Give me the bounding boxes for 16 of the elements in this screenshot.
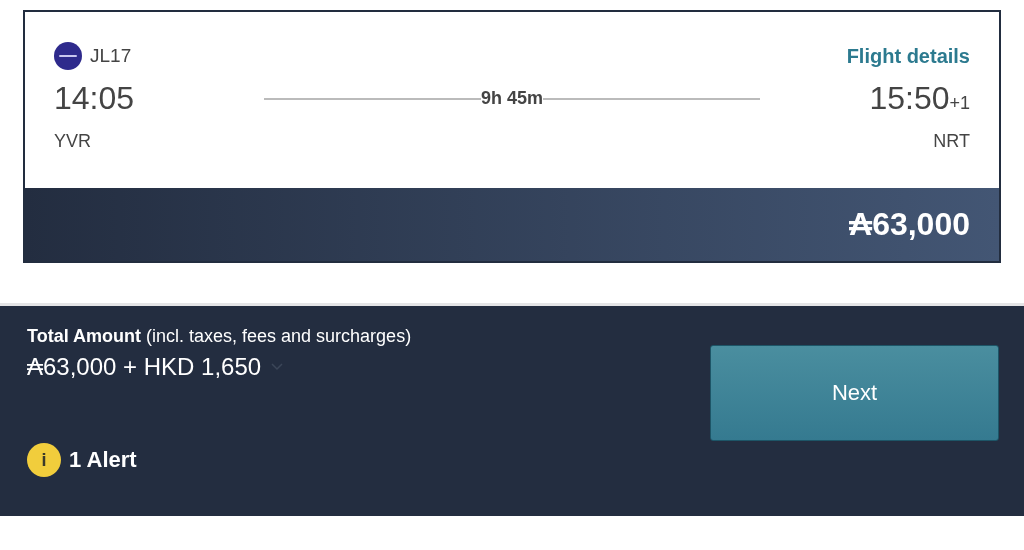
total-amount: ₳63,000 + HKD 1,650 (27, 353, 262, 381)
arrival-airport: NRT (933, 131, 970, 152)
fare-price: ₳63,000 (849, 206, 970, 243)
arrival-time: 15:50 (869, 80, 950, 117)
alert-count[interactable]: 1 Alert (69, 447, 137, 473)
caret-icon[interactable] (271, 363, 284, 371)
total-amount-label: Total Amount (incl. taxes, fees and surcharges) (27, 326, 412, 347)
next-button[interactable]: Next (710, 345, 999, 441)
flight-details-link[interactable]: Flight details (846, 44, 970, 68)
info-icon: i (27, 443, 61, 477)
departure-airport: YVR (54, 131, 91, 152)
airline-logo-icon (54, 42, 82, 70)
flight-number: JL17 (90, 45, 132, 67)
day-offset: +1 (949, 93, 970, 114)
departure-time: 14:05 (54, 80, 136, 117)
flight-duration: 9h 45m (481, 88, 544, 109)
